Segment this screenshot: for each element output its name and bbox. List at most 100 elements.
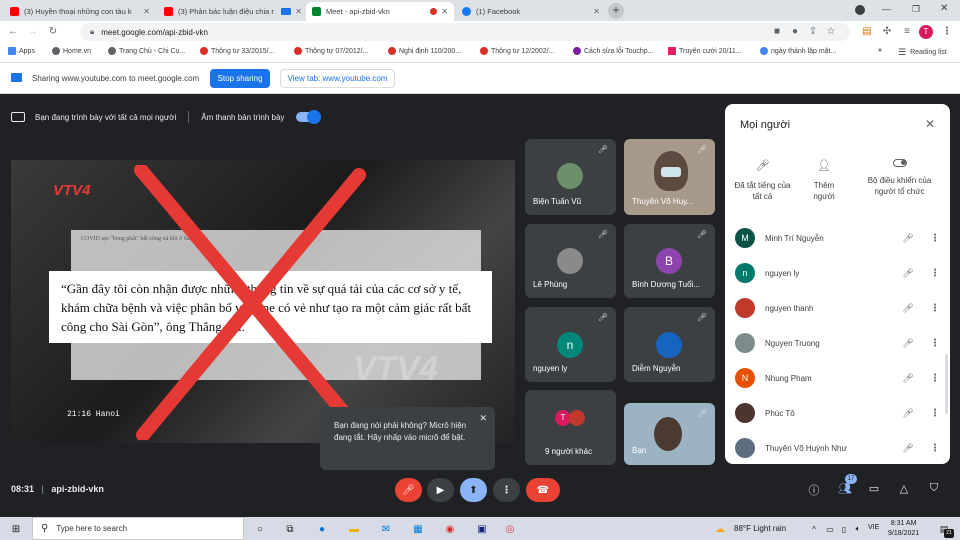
mic-off-icon[interactable]: 🎤︎ — [900, 303, 916, 314]
mic-in-use-icon[interactable]: ● — [788, 25, 802, 39]
host-controls-icon[interactable]: ⛉ — [925, 482, 943, 498]
weather-text[interactable]: 88°F Light rain — [734, 524, 786, 533]
bookmark-item[interactable]: Cách sửa lỗi Touchp... — [573, 47, 654, 55]
bookmark-star-icon[interactable]: ☆ — [824, 25, 838, 39]
more-options-button[interactable]: ⋮ — [493, 478, 520, 502]
task-view-icon[interactable]: ⧉ — [282, 521, 298, 537]
participant-tile[interactable]: 🎤︎ Biện Tuấn Vũ — [525, 139, 616, 215]
media-control-icon[interactable]: ≡ — [900, 25, 914, 39]
present-button[interactable]: ⬆ — [460, 478, 487, 502]
close-icon[interactable]: ✕ — [593, 7, 600, 16]
close-icon[interactable]: ✕ — [295, 7, 302, 16]
bookmark-item[interactable]: Nghị định 110/200... — [388, 47, 461, 55]
store-icon[interactable]: ▦ — [410, 521, 426, 537]
camera-in-use-icon[interactable]: ■ — [770, 25, 784, 39]
app-icon[interactable]: ▣ — [474, 521, 490, 537]
share-icon[interactable]: ⇪ — [806, 25, 820, 39]
leave-call-button[interactable]: ☎ — [526, 478, 560, 502]
more-options-icon[interactable]: ⋮ — [930, 373, 940, 384]
activities-icon[interactable]: △ — [895, 482, 913, 498]
back-icon[interactable]: ← — [6, 25, 20, 39]
host-controls-button[interactable]: Bộ điều khiển của người tổ chức — [857, 159, 942, 197]
people-list-item[interactable]: M Minh Trí Nguyễn 🎤︎ ⋮ — [735, 225, 940, 251]
input-language[interactable]: VIE — [868, 524, 879, 531]
bookmark-item[interactable]: Truyện cười 20/11... — [668, 47, 742, 55]
presentation-audio-toggle[interactable] — [296, 110, 322, 124]
people-list-item[interactable]: N Nhung Phạm 🎤︎ ⋮ — [735, 365, 940, 391]
profile-avatar[interactable]: T — [919, 25, 933, 39]
mute-all-button[interactable]: 🎤︎ Đã tắt tiếng của tất cả — [730, 159, 795, 202]
close-icon[interactable]: ✕ — [143, 7, 150, 16]
volume-icon[interactable]: 🔈︎ — [850, 521, 866, 537]
mic-off-icon[interactable]: 🎤︎ — [900, 373, 916, 384]
participant-tile[interactable]: n 🎤︎ nguyen ly — [525, 307, 616, 382]
add-people-button[interactable]: 👤︎ Thêm người — [803, 159, 845, 202]
tab-search-icon[interactable] — [855, 5, 865, 15]
close-icon[interactable]: ✕ — [479, 412, 487, 424]
extension-icon[interactable]: ▤ — [860, 25, 874, 39]
close-icon[interactable]: ✕ — [441, 7, 448, 16]
app-icon[interactable]: ◉ — [442, 521, 458, 537]
tab-facebook[interactable]: (1) Facebook ✕ — [456, 2, 606, 21]
people-list-item[interactable]: n nguyen ly 🎤︎ ⋮ — [735, 260, 940, 286]
mic-toggle-button[interactable]: 🎤︎ — [395, 478, 422, 502]
cortana-icon[interactable]: ○ — [252, 521, 268, 537]
more-options-icon[interactable]: ⋮ — [930, 233, 940, 244]
bookmark-item[interactable]: Trang Chủ - Chi Cụ... — [108, 47, 185, 55]
mic-off-icon[interactable]: 🎤︎ — [900, 233, 916, 244]
bookmark-item[interactable]: Thông tư 07/2012/... — [294, 47, 368, 55]
presented-video[interactable]: VTV4 COVID tạo "bong phất" bắt công xã h… — [11, 160, 515, 443]
participant-tile[interactable]: 🎤︎ Thuyên Võ Huy... — [624, 139, 715, 215]
chrome-icon[interactable]: ◎ — [502, 521, 518, 537]
view-tab-button[interactable]: View tab: www.youtube.com — [280, 69, 395, 88]
windows-start-icon[interactable]: ⊞ — [8, 521, 24, 537]
more-options-icon[interactable]: ⋮ — [930, 268, 940, 279]
reload-icon[interactable]: ↻ — [46, 25, 60, 39]
more-options-icon[interactable]: ⋮ — [930, 408, 940, 419]
more-bookmarks-icon[interactable]: » — [878, 47, 882, 54]
system-clock[interactable]: 8:31 AM 9/18/2021 — [888, 519, 919, 539]
maximize-icon[interactable]: ❐ — [912, 4, 920, 15]
more-options-icon[interactable]: ⋮ — [930, 443, 940, 454]
bookmark-item[interactable]: ngày thành lập mặt... — [760, 47, 836, 55]
mic-off-icon[interactable]: 🎤︎ — [900, 408, 916, 419]
self-tile[interactable]: 🎤︎ Bạn — [624, 403, 715, 465]
bookmark-item[interactable]: Home.vn — [52, 47, 91, 55]
tray-up-icon[interactable]: ^ — [806, 521, 822, 537]
people-list-item[interactable]: Phúc Tô 🎤︎ ⋮ — [735, 400, 940, 426]
participant-tile[interactable]: B 🎤︎ Bình Dương Tuổi... — [624, 224, 715, 298]
chat-icon[interactable]: ▭ — [865, 482, 883, 498]
people-icon[interactable]: 👥︎ — [836, 482, 854, 498]
file-explorer-icon[interactable]: ▬ — [346, 521, 362, 537]
chrome-menu-icon[interactable]: ⋮ — [940, 25, 954, 39]
more-options-icon[interactable]: ⋮ — [930, 338, 940, 349]
people-list-item[interactable]: nguyen thanh 🎤︎ ⋮ — [735, 295, 940, 321]
participant-tile[interactable]: 🎤︎ Lê Phùng — [525, 224, 616, 298]
minimize-icon[interactable]: — — [882, 4, 891, 14]
forward-icon[interactable]: → — [26, 25, 40, 39]
people-list-item[interactable]: Thuyên Võ Huỳnh Như 🎤︎ ⋮ — [735, 435, 940, 461]
mic-off-icon[interactable]: 🎤︎ — [900, 268, 916, 279]
bookmark-item[interactable]: Thông tư 12/2002/... — [480, 47, 554, 55]
close-icon[interactable]: ✕ — [925, 117, 935, 131]
others-tile[interactable]: T 9 người khác — [525, 390, 616, 465]
edge-icon[interactable]: ● — [314, 521, 330, 537]
mic-off-icon[interactable]: 🎤︎ — [900, 338, 916, 349]
tab-youtube-1[interactable]: (3) Huyền thoại những con tàu k ✕ — [4, 2, 156, 21]
participant-tile[interactable]: 🎤︎ Diễm Nguyễn — [624, 307, 715, 382]
stop-sharing-button[interactable]: Stop sharing — [210, 69, 270, 88]
more-options-icon[interactable]: ⋮ — [930, 303, 940, 314]
camera-toggle-button[interactable]: ▶ — [427, 478, 454, 502]
extensions-puzzle-icon[interactable]: ✣ — [880, 25, 894, 39]
people-list-item[interactable]: Nguyen Truong 🎤︎ ⋮ — [735, 330, 940, 356]
address-bar[interactable]: 🔒︎ meet.google.com/api-zbid-vkn — [80, 23, 850, 41]
tab-meet[interactable]: Meet - api-zbid-vkn ✕ — [306, 2, 454, 21]
scrollbar[interactable] — [945, 354, 948, 414]
reading-list-button[interactable]: ☰ Reading list — [898, 47, 947, 58]
bookmark-item[interactable]: Thông tư 33/2015/... — [200, 47, 274, 55]
mic-off-icon[interactable]: 🎤︎ — [900, 443, 916, 454]
bookmark-apps[interactable]: Apps — [8, 47, 35, 55]
taskbar-search-box[interactable]: ⚲ Type here to search — [32, 517, 244, 540]
window-close-icon[interactable]: ✕ — [940, 3, 948, 14]
meeting-details-icon[interactable]: ⓘ — [805, 482, 823, 498]
